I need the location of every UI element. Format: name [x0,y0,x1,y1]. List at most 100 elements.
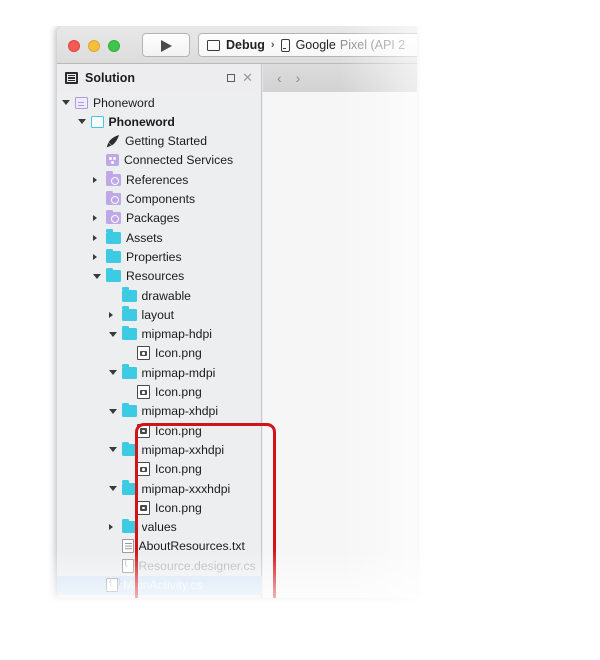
tree-item-drawable[interactable]: drawable [57,286,262,305]
tree-item-connected-services[interactable]: Connected Services [57,151,262,170]
tree-item-icon-png[interactable]: Icon.png [57,421,262,440]
chevron-right-icon[interactable] [93,176,106,183]
chevron-right-icon[interactable] [108,524,122,531]
ide-window: Debug › Google Pixel (API 2 Solution ✕ ‹… [57,26,417,598]
tree-item-icon-png[interactable]: Icon.png [57,344,262,363]
panel-header-row: Solution ✕ ‹ › [57,64,417,92]
chevron-down-icon[interactable] [108,447,122,453]
tree-item-label: values [141,520,177,535]
csharp-file-icon [106,578,122,592]
panel-title: Solution [85,71,135,85]
tree-item-label: Icon.png [155,500,202,515]
connected-services-icon [106,154,119,167]
tree-item-mipmap-hdpi[interactable]: mipmap-hdpi [57,325,262,344]
tree-item-label: Icon.png [155,462,202,477]
twisty-glyph [108,486,117,491]
tree-item-resources[interactable]: Resources [57,267,262,286]
tree-item-mainactivity-cs[interactable]: MainActivity.cs [57,575,262,595]
tree-item-mipmap-xxxhdpi[interactable]: mipmap-xxxhdpi [57,479,262,498]
folder-icon [106,248,121,263]
twisty-glyph [108,408,117,414]
chevron-right-icon[interactable] [93,234,106,241]
device-label: Google [295,38,336,52]
tree-item-label: mipmap-xxhdpi [141,442,225,457]
chevron-down-icon[interactable] [108,370,122,376]
tree-item-label: Getting Started [125,134,207,149]
tree-item-getting-started[interactable]: Getting Started [57,132,262,151]
panel-body: Phoneword Phoneword Getting Started Connect… [57,92,417,598]
chevron-down-icon[interactable] [62,100,75,105]
solution-tree[interactable]: Phoneword Phoneword Getting Started Connect… [57,92,262,598]
solution-icon [75,96,88,109]
pin-panel-icon[interactable] [227,74,235,82]
image-file-icon [137,385,150,399]
tree-item-references[interactable]: References [57,170,262,189]
tree-item-label: mipmap-mdpi [141,365,216,380]
chevron-right-icon[interactable] [93,253,106,260]
csharp-file-icon [121,558,137,573]
tree-item-aboutresources-txt[interactable]: AboutResources.txt [57,537,262,556]
tree-item-components[interactable]: Components [57,190,262,209]
close-panel-icon[interactable]: ✕ [242,70,253,86]
tree-item-mipmap-xhdpi[interactable]: mipmap-xhdpi [57,402,262,421]
chevron-right-icon[interactable] [108,311,122,318]
folder-icon [121,402,137,418]
tree-item-icon-png[interactable]: Icon.png [57,498,262,517]
tree-item-assets[interactable]: Assets [57,228,262,247]
nav-forward-icon[interactable]: › [296,70,301,86]
tree-item-label: Connected Services [124,153,234,168]
fade-left [0,0,40,660]
tree-item-resource-designer-cs[interactable]: Resource.designer.cs [57,556,262,575]
tree-item-label: mipmap-hdpi [141,327,212,342]
chevron-down-icon[interactable] [108,331,122,337]
twisty-glyph [108,311,113,318]
twisty-glyph [93,215,97,222]
chevron-right-icon[interactable] [93,215,106,222]
folder-icon [121,518,137,534]
tree-item-packages[interactable]: Packages [57,209,262,228]
tree-item-label: drawable [141,288,191,303]
folder-icon [106,267,121,283]
screenshot-root: Debug › Google Pixel (API 2 Solution ✕ ‹… [0,0,600,660]
image-file-icon [137,346,150,361]
package-folder-icon [106,171,121,186]
minimize-window-button[interactable] [88,40,100,52]
close-window-button[interactable] [68,40,80,52]
folder-icon [121,325,137,341]
editor-navigation-bar: ‹ › [263,64,417,92]
tree-item-label: mipmap-xhdpi [141,404,219,419]
tree-item-label: mipmap-xxxhdpi [141,481,231,496]
run-button[interactable] [142,33,190,57]
twisty-glyph [108,331,117,337]
breadcrumb-separator-icon: › [270,39,275,51]
package-folder-icon [106,190,121,205]
solution-pad-icon [65,72,78,84]
package-folder-icon [106,209,121,225]
chevron-down-icon[interactable] [108,408,122,414]
tree-item-icon-png[interactable]: Icon.png [57,383,262,402]
run-configuration-selector[interactable]: Debug › Google Pixel (API 2 [198,33,417,57]
tree-item-layout[interactable]: layout [57,305,262,324]
text-file-icon [121,539,134,554]
chevron-down-icon[interactable] [108,486,122,491]
chevron-down-icon[interactable] [77,119,91,125]
nav-back-icon[interactable]: ‹ [277,70,282,86]
tree-item-icon-png[interactable]: Icon.png [57,460,262,479]
twisty-glyph [62,100,70,105]
tree-item-values[interactable]: values [57,518,262,537]
image-file-icon [137,462,150,477]
tree-item-label: Icon.png [155,385,202,399]
folder-icon [121,306,137,321]
tree-item-properties[interactable]: Properties [57,247,262,266]
tree-item-mipmap-xxhdpi[interactable]: mipmap-xxhdpi [57,440,262,459]
twisty-glyph [108,524,113,531]
tree-item-phoneword[interactable]: Phoneword [57,112,262,131]
chevron-down-icon[interactable] [93,273,106,279]
play-icon [161,40,172,52]
tree-item-phoneword[interactable]: Phoneword [57,93,262,112]
tree-item-label: layout [141,307,175,322]
tree-item-mipmap-mdpi[interactable]: mipmap-mdpi [57,363,262,382]
tree-item-label: References [126,172,189,187]
zoom-window-button[interactable] [108,40,120,52]
tree-item-label: Properties [126,249,182,264]
